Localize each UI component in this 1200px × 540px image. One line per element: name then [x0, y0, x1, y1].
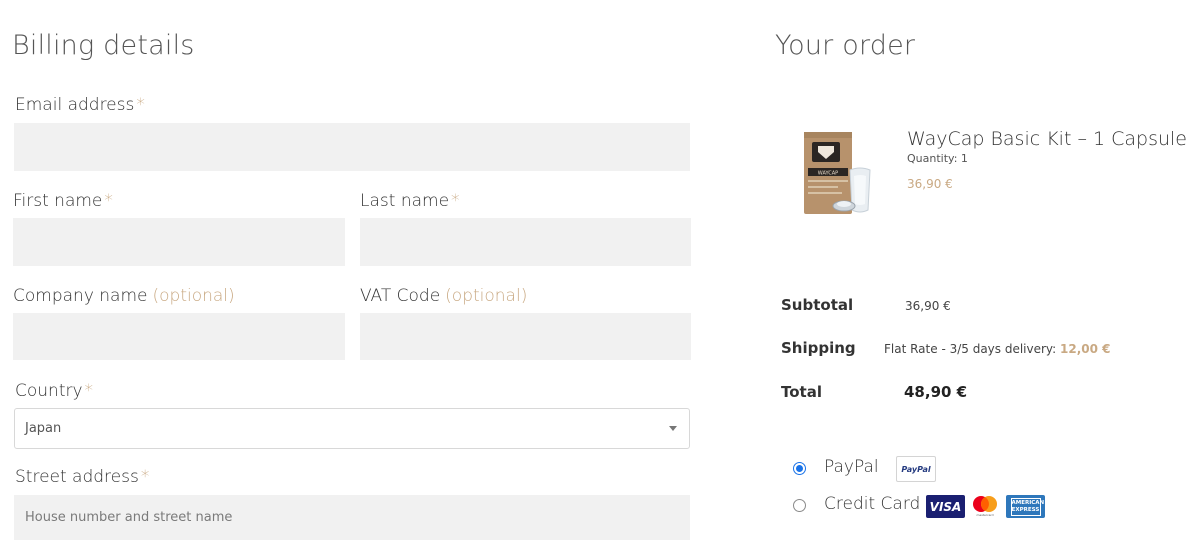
optional-tag: (optional) [152, 286, 235, 306]
required-mark: * [136, 95, 145, 115]
country-label-text: Country [15, 381, 83, 401]
visa-logo-text: VISA [929, 499, 962, 514]
amex-logo-text: AMERICAN EXPRESS [1010, 497, 1044, 516]
product-image-brand: WAYCAP [818, 171, 838, 177]
product-image: WAYCAP [804, 132, 871, 214]
vat-label-text: VAT Code [360, 286, 441, 306]
shipping-amount: 12,00 € [1060, 342, 1111, 356]
street-label-text: Street address [15, 467, 139, 487]
company-input[interactable] [13, 313, 345, 360]
product-name: WayCap Basic Kit – 1 Capsule [907, 128, 1187, 150]
mastercard-logo-icon: mastercard [973, 496, 997, 517]
required-mark: * [451, 191, 460, 211]
credit-card-label[interactable]: Credit Card [824, 494, 920, 514]
billing-title: Billing details [12, 30, 195, 61]
subtotal-label: Subtotal [781, 296, 854, 314]
last-name-label: Last name * [360, 191, 460, 211]
vat-input[interactable] [360, 313, 691, 360]
country-label: Country * [15, 381, 93, 401]
country-select[interactable]: Japan [14, 408, 690, 449]
email-input[interactable] [14, 123, 690, 171]
first-name-input[interactable] [13, 218, 345, 266]
email-label-text: Email address [15, 95, 135, 115]
paypal-label[interactable]: PayPal [824, 457, 879, 477]
product-price: 36,90 € [907, 177, 953, 191]
street-input[interactable] [14, 495, 690, 540]
credit-card-radio[interactable] [793, 499, 806, 512]
required-mark: * [84, 381, 94, 401]
shipping-method: Flat Rate - 3/5 days delivery: [884, 342, 1057, 356]
first-name-label-text: First name [13, 191, 103, 211]
street-label: Street address * [15, 467, 149, 487]
shipping-label: Shipping [781, 339, 856, 357]
paypal-logo-icon: PayPal [896, 456, 936, 482]
subtotal-value: 36,90 € [905, 299, 951, 313]
paypal-logo-text: PayPal [901, 464, 931, 474]
first-name-label: First name * [13, 191, 113, 211]
order-title: Your order [775, 30, 916, 61]
email-label: Email address * [15, 95, 145, 115]
required-mark: * [104, 191, 113, 211]
country-selected-value: Japan [25, 421, 62, 436]
total-label: Total [781, 383, 822, 401]
company-label: Company name (optional) [13, 286, 235, 306]
amex-logo-icon: AMERICAN EXPRESS [1006, 495, 1045, 518]
company-label-text: Company name [13, 286, 148, 306]
shipping-value: Flat Rate - 3/5 days delivery: 12,00 € [884, 342, 1111, 356]
last-name-input[interactable] [360, 218, 691, 266]
total-value: 48,90 € [904, 383, 968, 401]
last-name-label-text: Last name [360, 191, 450, 211]
chevron-down-icon [669, 426, 677, 431]
product-quantity: Quantity: 1 [907, 152, 968, 165]
paypal-radio[interactable] [793, 462, 806, 475]
vat-label: VAT Code (optional) [360, 286, 527, 306]
mastercard-logo-text: mastercard [976, 513, 993, 517]
visa-logo-icon: VISA [926, 495, 965, 518]
required-mark: * [140, 467, 150, 487]
optional-tag: (optional) [445, 286, 528, 306]
